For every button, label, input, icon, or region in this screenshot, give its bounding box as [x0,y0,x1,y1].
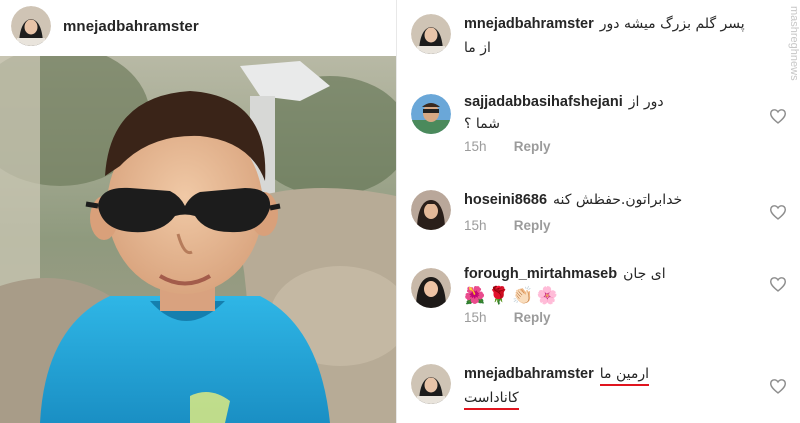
comment-username[interactable]: sajjadabbasihafshejani [464,94,623,110]
post-author-username[interactable]: mnejadbahramster [63,18,199,35]
post-pane: mnejadbahramster [0,0,396,423]
comment-meta: 15h Reply [464,310,761,325]
avatar[interactable] [411,14,451,54]
comment-body: hoseini8686 خدابراتون.حفظش کنه 15h Reply [464,192,761,233]
like-heart-icon[interactable] [769,108,787,124]
comment-text: پسر گلم بزرگ میشه دور [599,16,745,32]
reply-button[interactable]: Reply [514,218,551,233]
avatar[interactable] [411,268,451,308]
comment-age: 15h [464,218,487,233]
post-header: mnejadbahramster [0,0,396,52]
like-heart-icon[interactable] [769,204,787,220]
post-photo [0,56,396,423]
comment-text: ارمین ما [599,366,649,386]
comment-body: sajjadabbasihafshejani دور از شما ؟ 15h … [464,94,761,154]
avatar[interactable] [411,364,451,404]
comment-body: forough_mirtahmaseb ای جان 🌺🌹👏🏻🌸 15h Rep… [464,266,761,325]
comment-body: mnejadbahramster ارمین ما کاناداست [464,366,761,410]
comment-text: خدابراتون.حفظش کنه [553,192,683,208]
comment-meta: 15h Reply [464,218,761,233]
avatar[interactable] [411,190,451,230]
comment-text-continued: شما ؟ [464,116,500,132]
reply-button[interactable]: Reply [514,310,551,325]
comment-text: ای جان [623,266,666,282]
like-heart-icon[interactable] [769,378,787,394]
reply-button[interactable]: Reply [514,139,551,154]
avatar[interactable] [411,94,451,134]
comment-age: 15h [464,139,487,154]
post-author-avatar[interactable] [11,6,51,46]
like-heart-icon[interactable] [769,276,787,292]
comment-text-continued: از ما [464,40,491,56]
comments-pane: mashreghnews mnejadbahramster پسر گلم بز… [397,0,800,423]
comment-meta: 15h Reply [464,139,761,154]
comment-username[interactable]: hoseini8686 [464,192,547,208]
comment-body: mnejadbahramster پسر گلم بزرگ میشه دور ا… [464,16,761,57]
comment-username[interactable]: mnejadbahramster [464,16,594,32]
comment-text-continued: کاناداست [464,390,519,410]
comment-username[interactable]: forough_mirtahmaseb [464,266,617,282]
emoji-row: 🌺🌹👏🏻🌸 [464,286,561,306]
comment-username[interactable]: mnejadbahramster [464,366,594,382]
watermark: mashreghnews [788,6,800,81]
comment-age: 15h [464,310,487,325]
comment-text: دور از [628,94,664,110]
